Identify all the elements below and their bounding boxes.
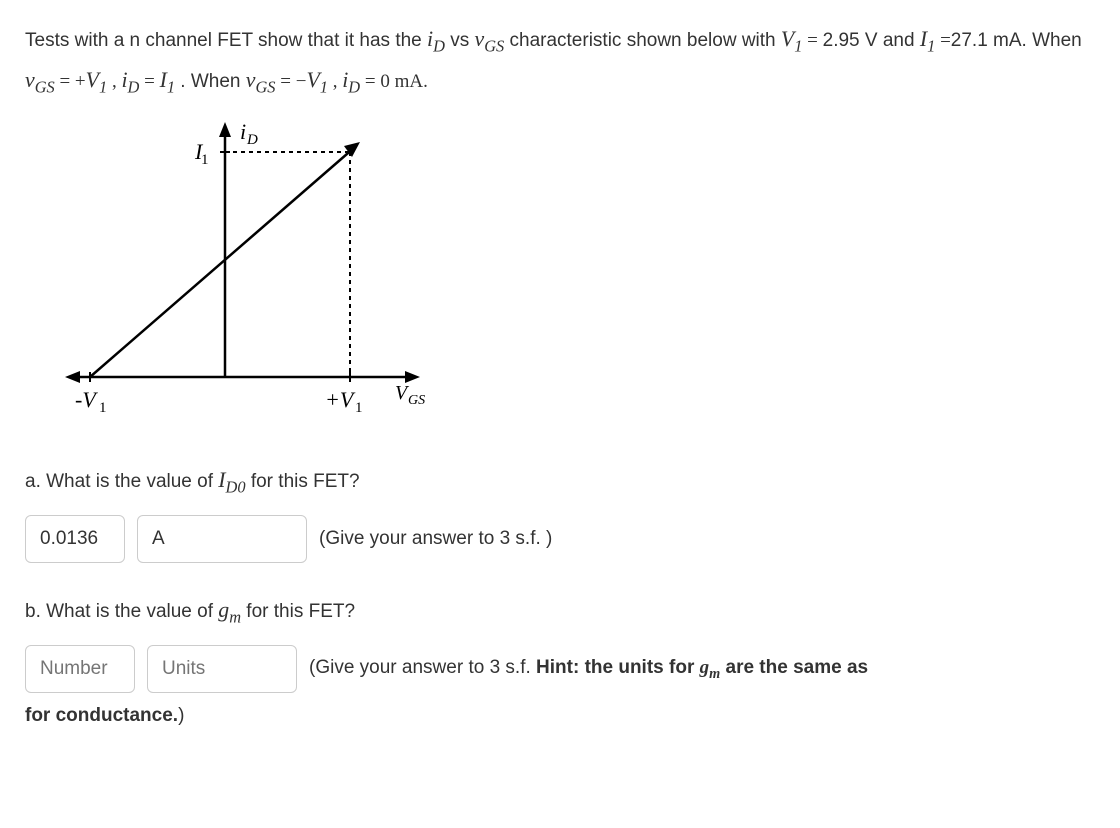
var-iD-2: iD [121,68,139,92]
question-b: b. What is the value of gm for this FET?… [25,598,1095,727]
hint-b: (Give your answer to 3 s.f. Hint: the un… [309,657,868,683]
var-vGS-3: vGS [246,68,276,92]
var-gm: gm [218,598,241,622]
var-I1: I1 [920,27,935,51]
answer-b-value-input[interactable] [25,645,135,693]
question-b-text: b. What is the value of gm for this FET? [25,598,1095,627]
svg-text:1: 1 [99,400,107,416]
question-a-text: a. What is the value of ID0 for this FET… [25,468,1095,497]
answer-b-unit-input[interactable] [147,645,297,693]
svg-text:GS: GS [408,393,425,408]
graph-svg: i D I 1 -V 1 +V 1 V GS [55,117,455,427]
question-a: a. What is the value of ID0 for this FET… [25,468,1095,563]
text-intro: Tests with a n channel FET show that it … [25,30,427,51]
svg-text:1: 1 [201,152,209,168]
svg-text:D: D [246,132,258,148]
fet-characteristic-graph: i D I 1 -V 1 +V 1 V GS [55,117,1095,433]
var-V1: V1 [781,27,803,51]
var-ID0: ID0 [218,468,245,492]
answer-row-a: (Give your answer to 3 s.f. ) [25,515,1095,563]
hint-b-continuation: for conductance.) [25,705,1095,727]
var-iD: iD [427,27,445,51]
answer-a-unit-input[interactable] [137,515,307,563]
svg-text:1: 1 [355,400,363,416]
hint-a: (Give your answer to 3 s.f. ) [319,528,552,550]
var-vGS: vGS [475,27,505,51]
var-vGS-2: vGS [25,68,55,92]
problem-statement: Tests with a n channel FET show that it … [25,20,1095,102]
var-gm-hint: gm [700,657,721,678]
svg-text:i: i [240,119,246,144]
svg-text:+V: +V [325,387,356,412]
svg-text:-V: -V [75,387,98,412]
var-iD-3: iD [342,68,360,92]
answer-row-b: (Give your answer to 3 s.f. Hint: the un… [25,645,1095,693]
answer-a-value-input[interactable] [25,515,125,563]
